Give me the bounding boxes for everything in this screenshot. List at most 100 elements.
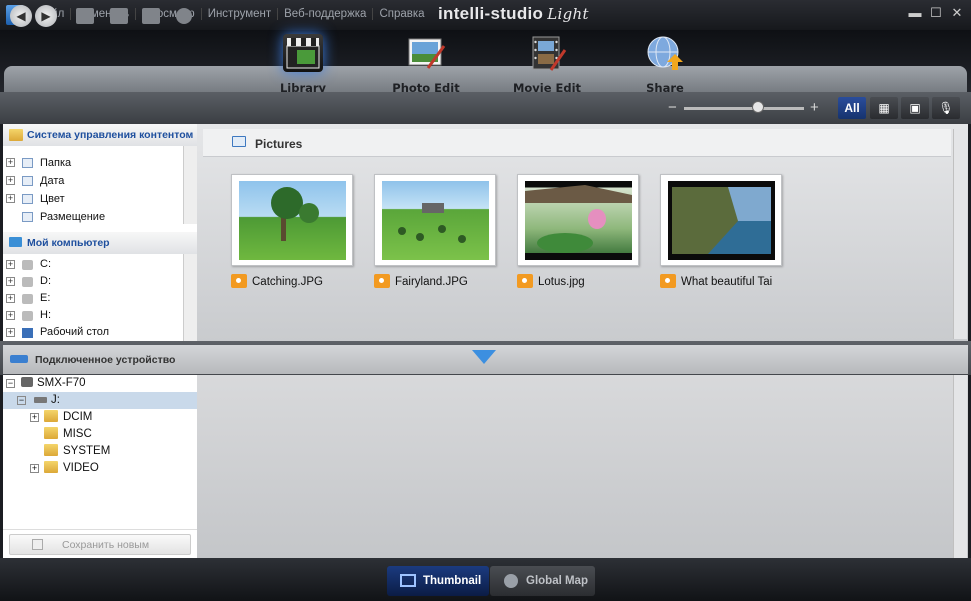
photo-thumbnail[interactable] (517, 174, 639, 266)
tab-thumbnail-label: Thumbnail (423, 575, 482, 587)
photo-caption[interactable]: What beautiful Tai (660, 274, 772, 288)
tree-label: Размещение (40, 211, 106, 223)
mode-library[interactable]: Library (248, 34, 358, 95)
drive-d[interactable]: + D: (3, 273, 197, 290)
photo-thumbnail[interactable] (231, 174, 353, 266)
caption-text: What beautiful Tai (681, 276, 773, 288)
photo-image (525, 181, 632, 260)
folder-dcim[interactable]: + DCIM (30, 409, 92, 426)
expand-icon[interactable]: + (30, 413, 39, 422)
expand-icon[interactable]: + (6, 277, 15, 286)
save-new-label: Сохранить новым (62, 539, 150, 551)
maximize-icon[interactable]: ☐ (929, 6, 943, 20)
close-icon[interactable]: ✕ (950, 6, 964, 20)
zoom-out-icon[interactable]: − (668, 99, 677, 116)
content-scrollbar[interactable] (953, 129, 967, 339)
drive-c[interactable]: + C: (3, 256, 197, 273)
print-icon[interactable] (76, 8, 94, 24)
folder-title: Pictures (255, 137, 303, 151)
globe-icon (504, 574, 518, 588)
folder-misc[interactable]: MISC (44, 426, 92, 443)
expand-icon[interactable]: + (6, 176, 15, 185)
location-node-icon (22, 212, 33, 222)
back-button[interactable]: ◀ (10, 5, 32, 27)
toolbar (0, 92, 971, 124)
tree-item-folder[interactable]: + Папка (3, 154, 197, 172)
mode-share[interactable]: Share (610, 34, 720, 95)
photo-caption[interactable]: Catching.JPG (231, 274, 323, 288)
menu-web-support[interactable]: Веб-поддержка (278, 8, 374, 20)
tab-thumbnail[interactable]: Thumbnail (387, 566, 489, 596)
zoom-in-icon[interactable]: + (810, 99, 819, 116)
folder-icon (44, 427, 58, 439)
tree-label: Дата (40, 175, 65, 187)
device-drive-j[interactable]: − J: (3, 392, 197, 409)
folder-label: SYSTEM (63, 445, 111, 457)
tree-item-color[interactable]: + Цвет (3, 190, 197, 208)
mode-photo-edit[interactable]: Photo Edit (371, 34, 481, 95)
filter-photo-icon[interactable]: ▣ (901, 97, 929, 119)
expand-icon[interactable]: + (6, 194, 15, 203)
cms-header[interactable]: Система управления контентом (3, 124, 197, 146)
expand-icon[interactable]: + (6, 328, 15, 337)
slideshow-icon[interactable] (110, 8, 128, 24)
tree-label: D: (40, 275, 51, 287)
expand-icon[interactable]: + (6, 311, 15, 320)
zoom-knob[interactable] (752, 101, 765, 113)
photo-edit-icon (406, 34, 446, 72)
collapse-icon[interactable]: − (6, 379, 15, 388)
expand-icon[interactable]: + (30, 464, 39, 473)
expand-icon[interactable]: + (6, 294, 15, 303)
film-edit-icon (527, 34, 567, 72)
my-computer-header[interactable]: Мой компьютер (3, 232, 197, 254)
face-icon[interactable] (176, 8, 192, 24)
photo-image (382, 181, 489, 260)
folder-system[interactable]: SYSTEM (44, 443, 110, 460)
date-node-icon (22, 176, 33, 186)
tree-item-location[interactable]: Размещение (3, 208, 197, 226)
desktop[interactable]: + Рабочий стол (3, 324, 197, 341)
minimize-icon[interactable]: ▬ (908, 6, 922, 20)
photo-thumbnail[interactable] (660, 174, 782, 266)
caption-text: Catching.JPG (252, 276, 323, 288)
zoom-track[interactable] (684, 107, 804, 110)
sidebar: Система управления контентом + Папка + Дат… (3, 124, 197, 342)
collapse-icon[interactable]: − (17, 396, 26, 405)
drive-icon (22, 294, 33, 304)
mode-plate (4, 66, 967, 94)
mode-movie-edit[interactable]: Movie Edit (492, 34, 602, 95)
zoom-slider[interactable]: − + (668, 98, 823, 118)
folder-label: DCIM (63, 411, 93, 423)
expand-icon[interactable]: + (6, 158, 15, 167)
photo-caption[interactable]: Fairyland.JPG (374, 274, 468, 288)
photo-badge-icon (231, 274, 247, 288)
folder-label: MISC (63, 428, 92, 440)
drive-icon (22, 311, 33, 321)
drive-h[interactable]: + H: (3, 307, 197, 324)
menu-help[interactable]: Справка (373, 8, 430, 20)
photo-caption[interactable]: Lotus.jpg (517, 274, 585, 288)
filter-audio-icon[interactable]: 🎙 (932, 97, 960, 119)
menu-tools[interactable]: Инструмент (202, 8, 279, 20)
drive-icon (22, 277, 33, 287)
device-tree: − SMX-F70 − J: + DCIM MISC SYSTEM + VIDEO (3, 375, 197, 558)
expand-icon[interactable]: + (6, 260, 15, 269)
device-camera[interactable]: − SMX-F70 (6, 375, 86, 392)
tree-label: E: (40, 292, 51, 304)
tab-global-map[interactable]: Global Map (490, 566, 595, 596)
my-computer-title: Мой компьютер (27, 237, 110, 249)
add-folder-icon[interactable] (142, 8, 160, 24)
folder-icon (44, 410, 58, 422)
filter-video-icon[interactable]: ▦ (870, 97, 898, 119)
filter-all[interactable]: All (838, 97, 866, 119)
tree-item-date[interactable]: + Дата (3, 172, 197, 190)
drive-e[interactable]: + E: (3, 290, 197, 307)
device-scrollbar[interactable] (953, 375, 967, 558)
open-folder-icon (232, 136, 246, 147)
device-title: Подключенное устройство (35, 354, 176, 366)
forward-button[interactable]: ▶ (35, 5, 57, 27)
folder-video[interactable]: + VIDEO (30, 460, 99, 477)
collapse-arrow-icon[interactable] (472, 350, 496, 364)
photo-thumbnail[interactable] (374, 174, 496, 266)
save-new-button[interactable]: Сохранить новым (9, 534, 191, 555)
